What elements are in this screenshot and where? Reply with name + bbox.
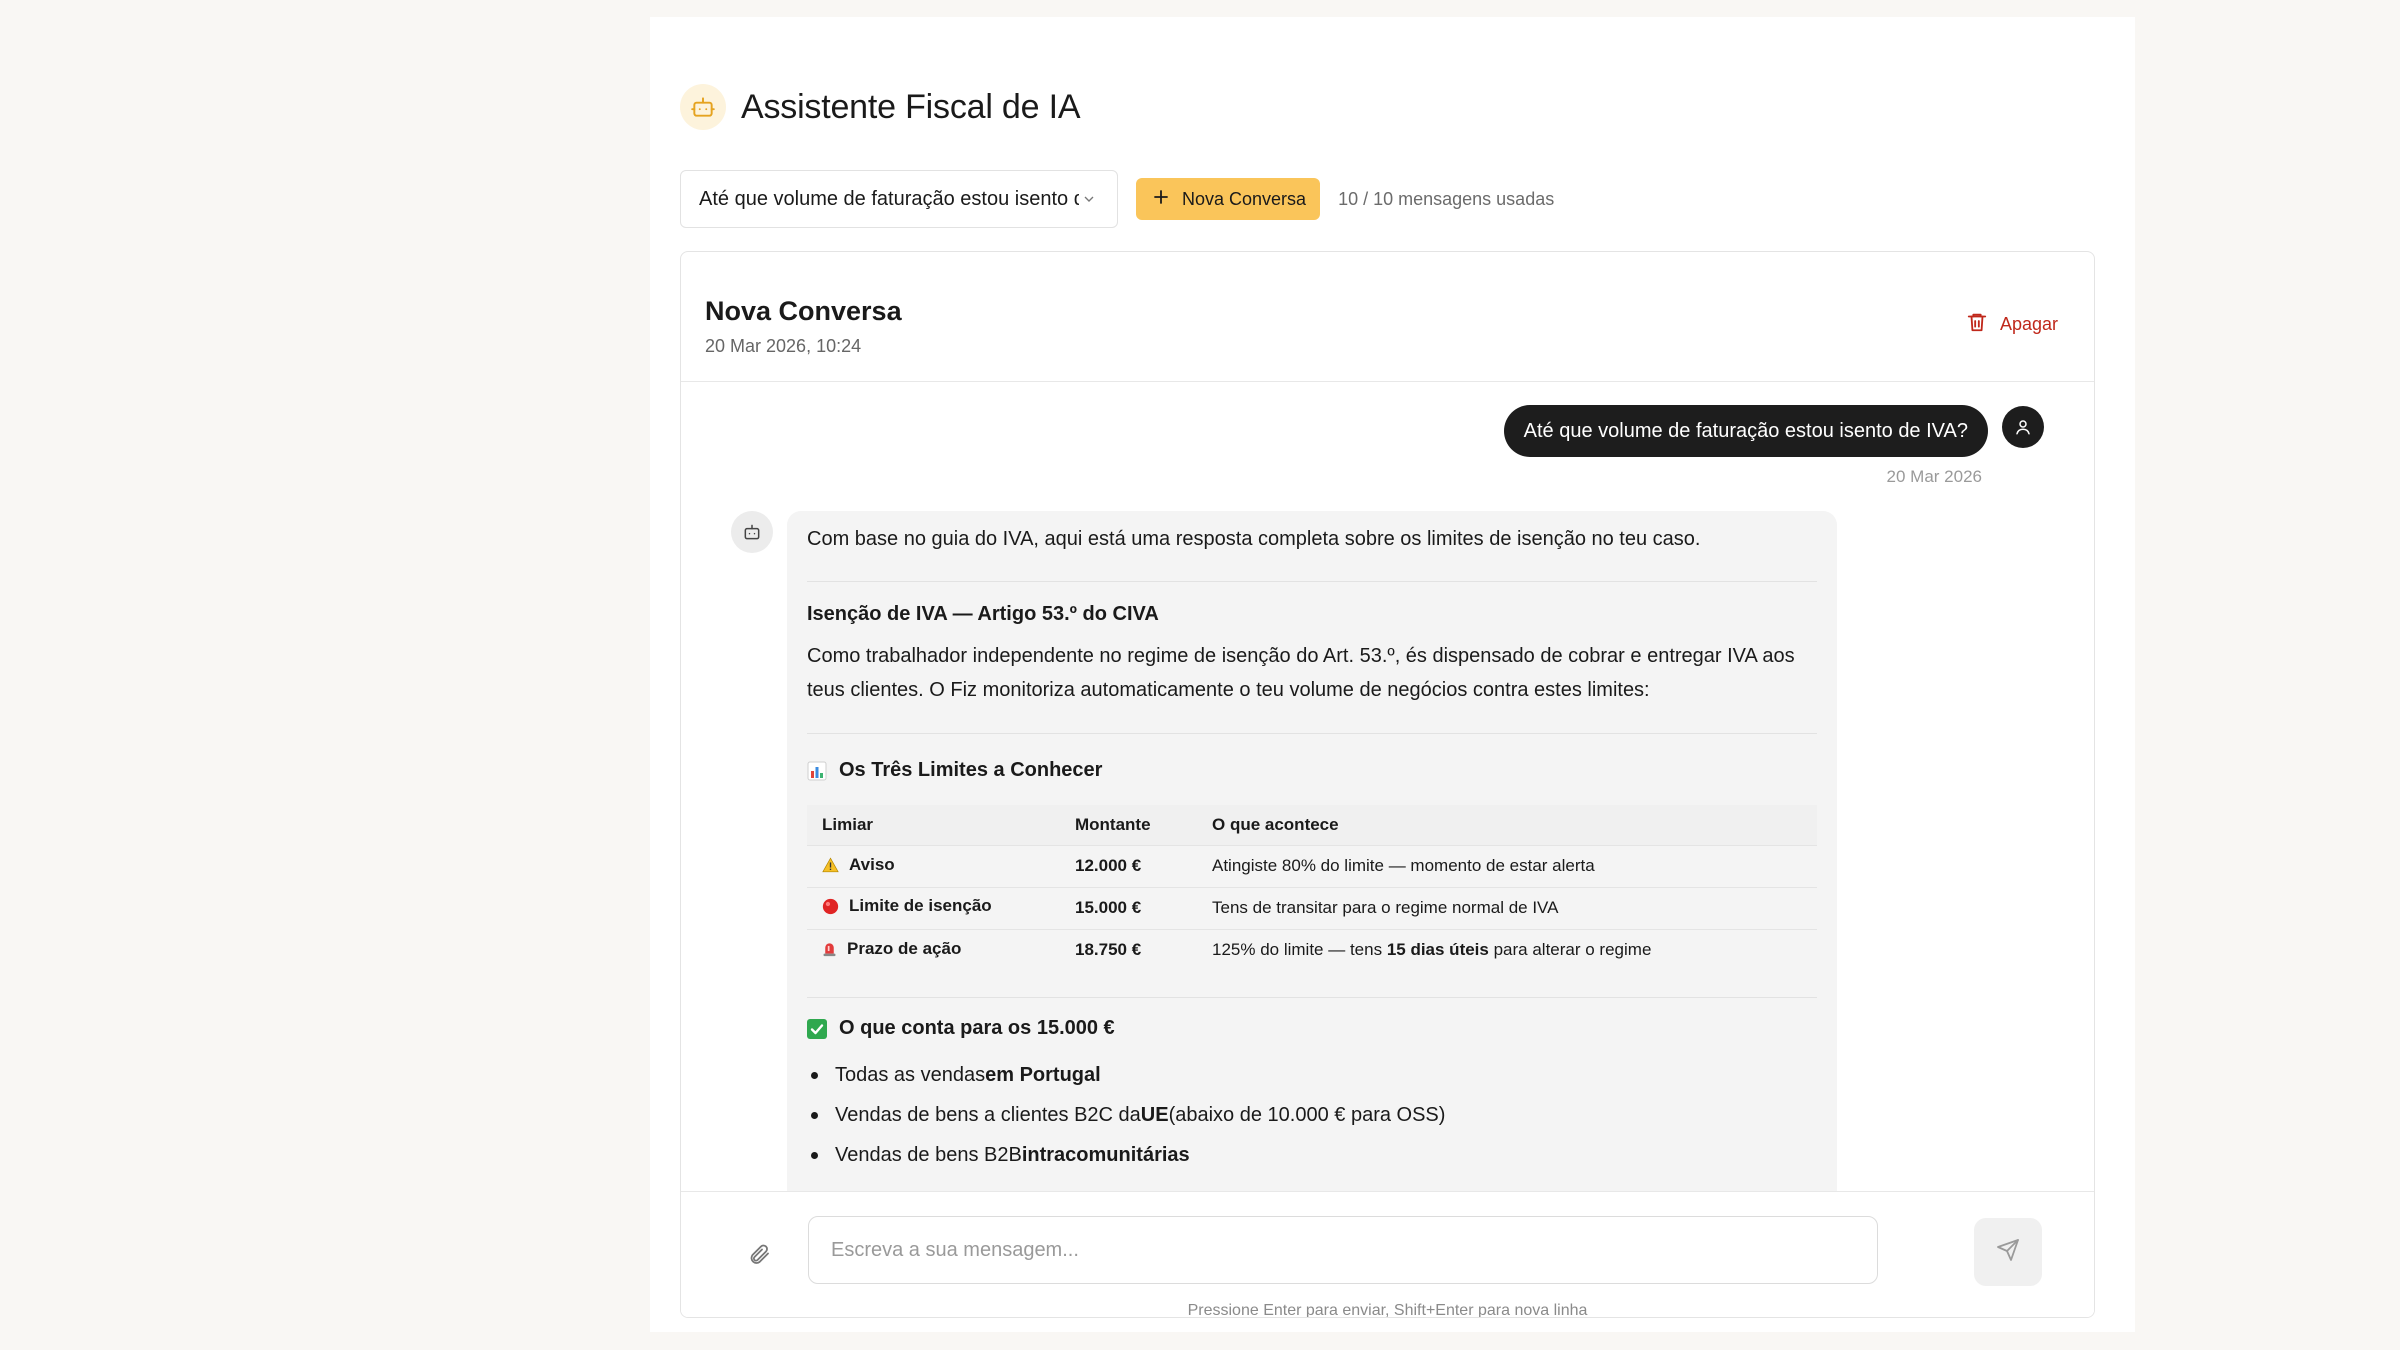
conversation-date: 20 Mar 2026, 10:24	[705, 336, 862, 356]
threshold-description: 125% do limite — tens 15 dias úteis para…	[1197, 928, 1817, 971]
conversation-select[interactable]: Até que volume de faturação estou isento…	[680, 170, 1118, 228]
message-list[interactable]: Até que volume de faturação estou isento…	[681, 383, 2094, 1191]
column-header: O que acontece	[1197, 805, 1817, 845]
assistant-message: Com base no guia do IVA, aqui está uma r…	[787, 511, 1837, 1191]
conversation-select-value: Até que volume de faturação estou isento…	[699, 187, 1079, 210]
paperclip-icon[interactable]	[747, 1242, 771, 1271]
threshold-label: Limite de isenção	[822, 896, 992, 916]
bot-avatar-icon	[731, 511, 773, 553]
page-header: Assistente Fiscal de IA	[680, 77, 1081, 137]
table-header-row: Limiar Montante O que acontece	[807, 805, 1817, 845]
list-item: Vendas de bens a clientes B2C da UE (aba…	[807, 1095, 1445, 1135]
divider	[807, 997, 1817, 998]
threshold-amount: 15.000 €	[1060, 886, 1197, 929]
user-message: Até que volume de faturação estou isento…	[1503, 405, 1988, 457]
usage-counter: 10 / 10 mensagens usadas	[1338, 188, 1555, 209]
chat-card: Nova Conversa 20 Mar 2026, 10:24 Apagar …	[680, 251, 2095, 1318]
chevron-down-icon	[1081, 190, 1097, 213]
threshold-amount: 18.750 €	[1060, 928, 1197, 971]
threshold-label: Prazo de ação	[822, 939, 961, 959]
threshold-description: Atingiste 80% do limite — momento de est…	[1197, 844, 1817, 887]
bar-chart-icon	[807, 761, 827, 781]
table-row: Aviso 12.000 € Atingiste 80% do limite —…	[807, 844, 1817, 887]
check-box-icon	[807, 1018, 827, 1039]
threshold-label: Aviso	[822, 855, 895, 875]
page-background	[0, 0, 262, 1350]
assistant-heading: Isenção de IVA — Artigo 53.º do CIVA	[807, 603, 1159, 625]
limits-heading: Os Três Limites a Conhecer	[807, 759, 1102, 782]
threshold-description: Tens de transitar para o regime normal d…	[1197, 886, 1817, 929]
new-conversation-button[interactable]: Nova Conversa	[1136, 178, 1321, 220]
limits-heading-text: Os Três Limites a Conhecer	[839, 759, 1103, 781]
main-panel: Assistente Fiscal de IA Até que volume d…	[650, 17, 2135, 1332]
counts-heading: O que conta para os 15.000 €	[807, 1017, 1115, 1040]
message-composer: Pressione Enter para enviar, Shift+Enter…	[681, 1191, 2094, 1318]
robot-icon	[680, 84, 726, 130]
delete-button[interactable]: Apagar	[1966, 311, 2058, 338]
user-avatar-icon	[2002, 406, 2044, 448]
warning-icon	[822, 857, 839, 873]
user-message-time: 20 Mar 2026	[1886, 467, 1982, 486]
assistant-intro: Com base no guia do IVA, aqui está uma r…	[807, 528, 1701, 550]
table-row: Limite de isenção 15.000 € Tens de trans…	[807, 886, 1817, 929]
list-item: Vendas de bens B2B intracomunitárias	[807, 1135, 1445, 1175]
table-row: Prazo de ação 18.750 € 125% do limite — …	[807, 928, 1817, 971]
chat-header: Nova Conversa 20 Mar 2026, 10:24 Apagar	[681, 252, 2094, 382]
counts-heading-text: O que conta para os 15.000 €	[839, 1017, 1115, 1039]
composer-hint: Pressione Enter para enviar, Shift+Enter…	[1187, 1302, 1588, 1318]
divider	[807, 581, 1817, 582]
delete-label: Apagar	[1999, 314, 2058, 334]
red-circle-icon	[822, 898, 839, 915]
column-header: Limiar	[807, 805, 1060, 845]
send-icon	[1996, 1238, 2020, 1267]
counts-list: Todas as vendas em Portugal Vendas de be…	[807, 1055, 1445, 1175]
trash-icon	[1966, 311, 1988, 338]
toolbar: Até que volume de faturação estou isento…	[680, 169, 1554, 229]
threshold-amount: 12.000 €	[1060, 844, 1197, 887]
message-input[interactable]	[808, 1216, 1878, 1284]
assistant-paragraph: Como trabalhador independente no regime …	[807, 645, 1795, 701]
conversation-title: Nova Conversa	[705, 296, 902, 326]
list-item: Todas as vendas em Portugal	[807, 1055, 1445, 1095]
send-button[interactable]	[1974, 1218, 2042, 1286]
siren-icon	[822, 940, 837, 957]
page-title: Assistente Fiscal de IA	[741, 87, 1081, 126]
limits-table: Limiar Montante O que acontece Aviso 12.…	[807, 805, 1817, 971]
column-header: Montante	[1060, 805, 1197, 845]
divider	[807, 733, 1817, 734]
plus-icon	[1152, 188, 1170, 211]
new-conversation-label: Nova Conversa	[1182, 188, 1307, 209]
